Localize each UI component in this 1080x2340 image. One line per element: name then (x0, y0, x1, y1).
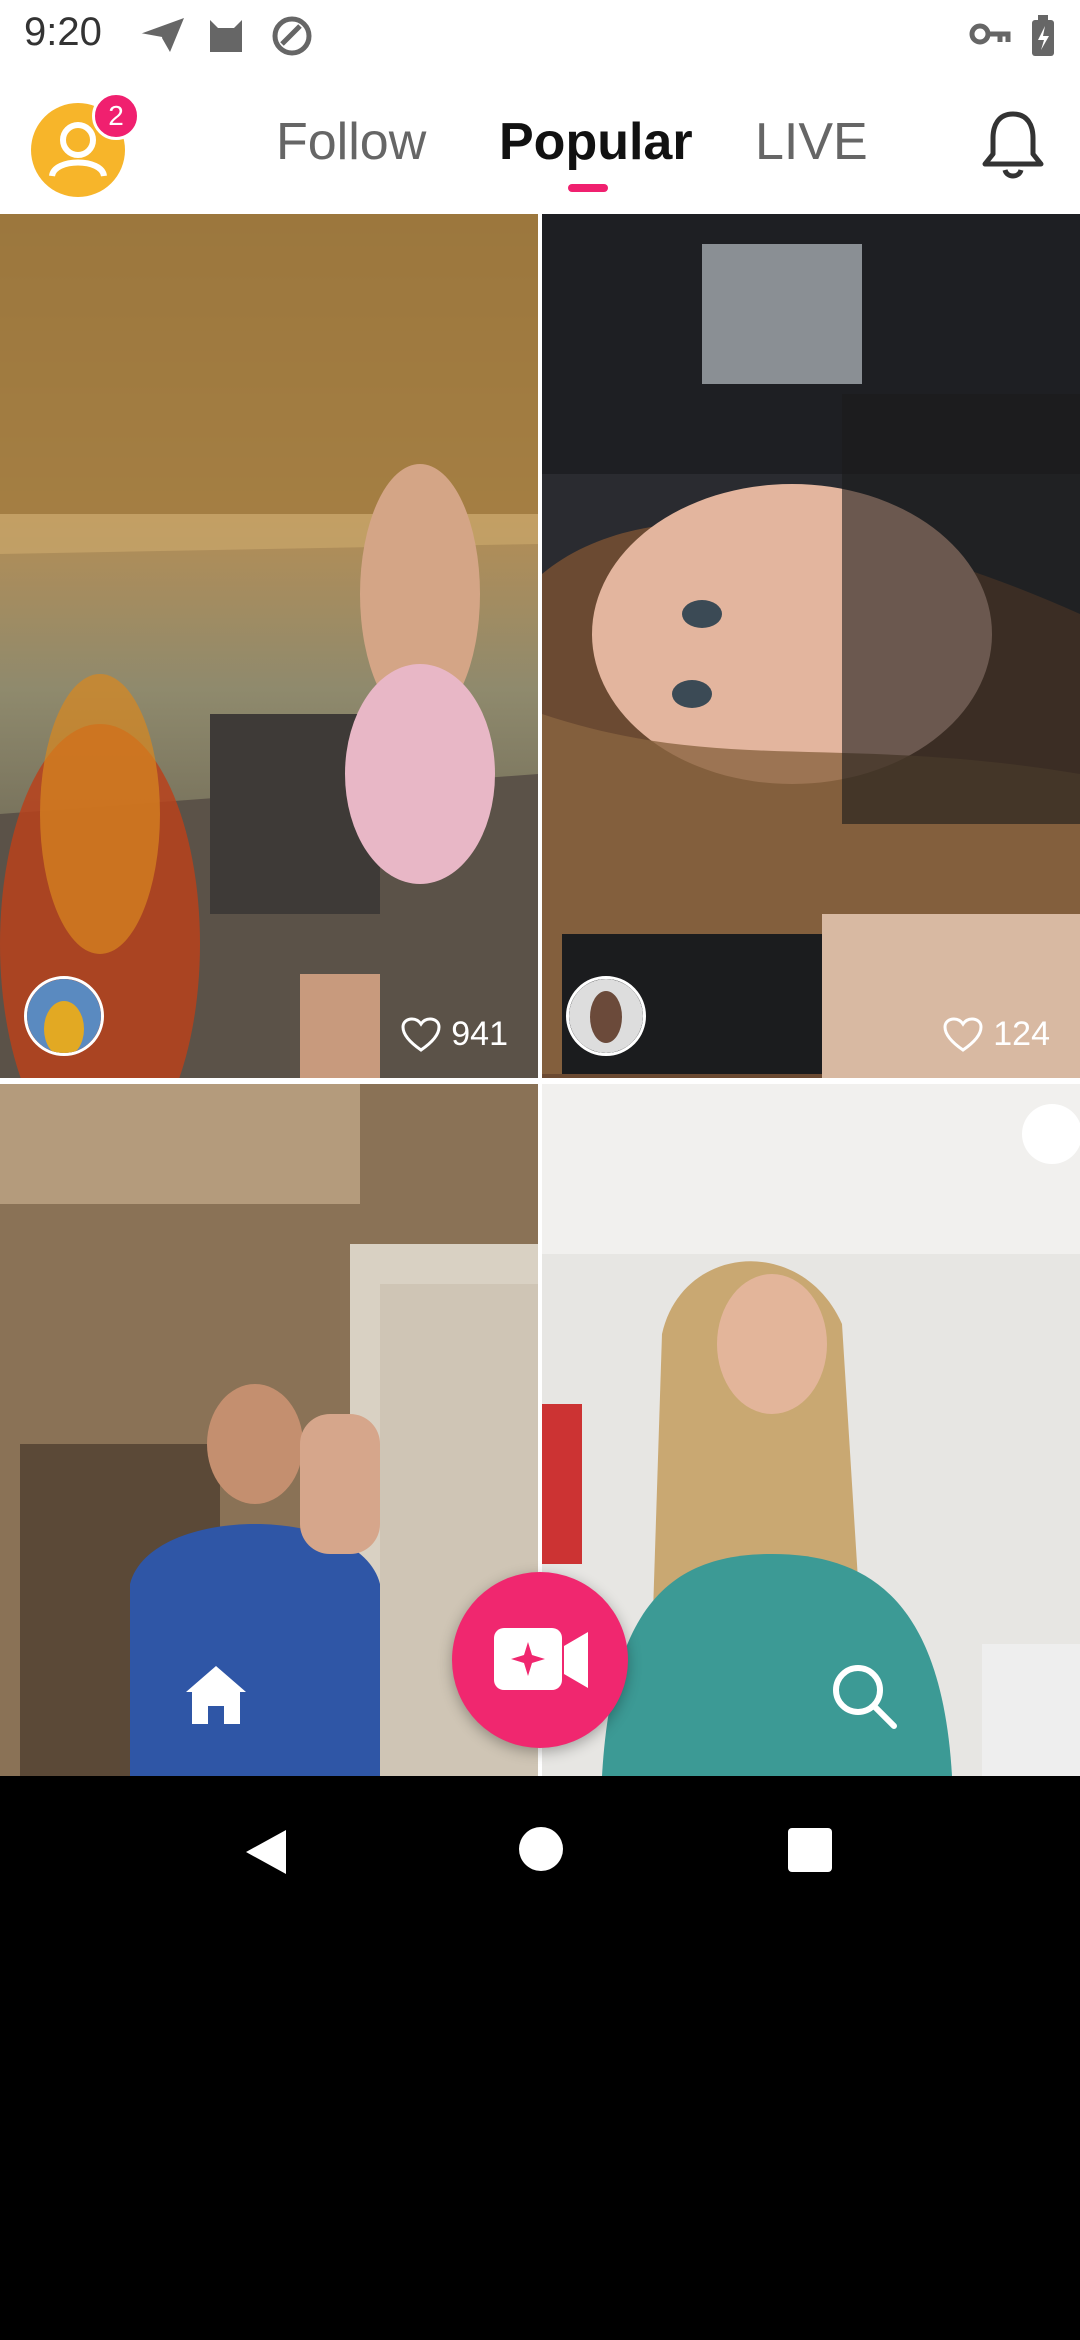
like-count: 941 (401, 1015, 508, 1054)
active-tab-indicator (568, 184, 608, 192)
like-count: 124 (943, 1015, 1050, 1054)
search-icon[interactable] (828, 1660, 900, 1732)
recents-icon[interactable] (788, 1828, 832, 1872)
video-tile[interactable]: 941 (0, 214, 538, 1078)
creator-avatar[interactable] (566, 976, 646, 1056)
data-saver-icon (272, 16, 312, 56)
tab-follow[interactable]: Follow (276, 112, 426, 172)
record-video-button[interactable] (452, 1572, 628, 1748)
heart-icon (943, 1016, 983, 1052)
video-thumbnail (0, 214, 538, 1078)
creator-avatar[interactable] (24, 976, 104, 1056)
video-thumbnail (542, 214, 1080, 1078)
like-count-value: 941 (451, 1015, 508, 1053)
system-navigation-bar (0, 1776, 1080, 1920)
vpn-key-icon (969, 23, 1011, 45)
bell-icon[interactable] (980, 108, 1046, 180)
send-icon (139, 18, 184, 52)
back-icon[interactable] (242, 1826, 290, 1878)
battery-charging-icon (1032, 15, 1054, 56)
tab-live[interactable]: LIVE (755, 112, 868, 172)
status-bar: 9:20 (0, 0, 1080, 72)
home-circle-icon[interactable] (518, 1826, 564, 1872)
like-count-value: 124 (993, 1015, 1050, 1053)
status-time: 9:20 (24, 10, 102, 54)
home-icon[interactable] (182, 1662, 250, 1728)
cat-icon (210, 20, 242, 52)
video-camera-icon (494, 1628, 588, 1690)
heart-icon (401, 1016, 441, 1052)
tab-popular[interactable]: Popular (499, 112, 693, 172)
top-header: 2 Follow Popular LIVE (0, 72, 1080, 216)
video-tile[interactable]: 124 (542, 214, 1080, 1078)
video-feed-grid: 941 124 (0, 214, 1080, 1776)
notification-count-badge: 2 (92, 92, 140, 140)
